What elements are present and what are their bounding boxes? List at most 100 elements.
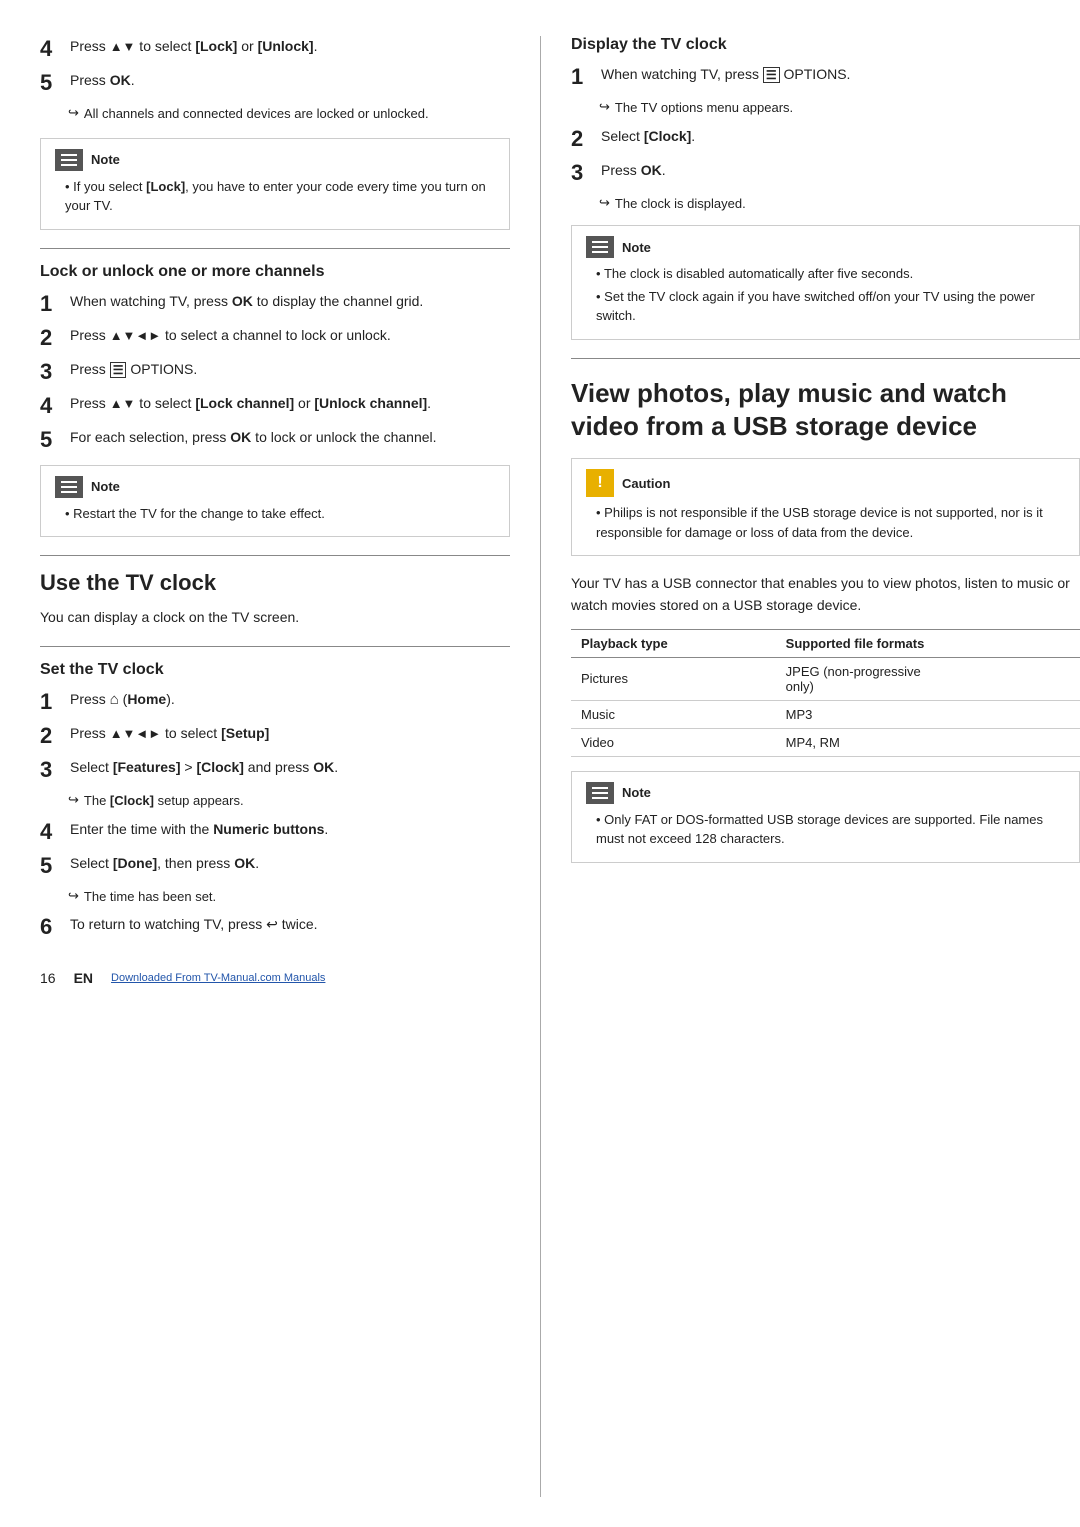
display-clock-title: Display the TV clock xyxy=(571,36,1080,54)
set-step-3-result: ↪ The [Clock] setup appears. xyxy=(68,791,510,811)
set-step-text-5: Select [Done], then press OK. xyxy=(70,853,510,874)
set-step-4: 4 Enter the time with the Numeric button… xyxy=(40,819,510,845)
display-note-icon xyxy=(586,236,614,258)
usb-section-title: View photos, play music and watch video … xyxy=(571,377,1080,445)
lock-note-header: Note xyxy=(55,476,495,498)
display-note-text-2: • Set the TV clock again if you have swi… xyxy=(596,289,1035,324)
arrow-icon-5: ↪ xyxy=(68,888,79,904)
table-row: Music MP3 xyxy=(571,700,1080,728)
top-steps: 4 Press ▲▼ to select [Lock] or [Unlock].… xyxy=(40,36,510,124)
step-5-result: ↪ All channels and connected devices are… xyxy=(68,104,510,124)
note-line-3 xyxy=(61,164,77,166)
clock-section-title: Use the TV clock xyxy=(40,570,510,596)
footer-link[interactable]: Downloaded From TV-Manual.com Manuals xyxy=(111,972,325,984)
lock-step-5: 5 For each selection, press OK to lock o… xyxy=(40,427,510,453)
lock-note-text-1: • Restart the TV for the change to take … xyxy=(65,506,325,521)
lock-step-num-4: 4 xyxy=(40,393,62,419)
lock-step-4: 4 Press ▲▼ to select [Lock channel] or [… xyxy=(40,393,510,419)
note-line-2 xyxy=(61,159,77,161)
set-step-3: 3 Select [Features] > [Clock] and press … xyxy=(40,757,510,783)
clock-intro: You can display a clock on the TV screen… xyxy=(40,606,510,628)
caution-header: ! Caution xyxy=(586,469,1065,497)
set-step-5-result-text: The time has been set. xyxy=(84,887,216,907)
table-header-row: Playback type Supported file formats xyxy=(571,629,1080,657)
divider-right-1 xyxy=(571,358,1080,359)
top-note-text-1: • If you select [Lock], you have to ente… xyxy=(65,179,486,214)
display-step-num-3: 3 xyxy=(571,160,593,186)
lock-note-line-3 xyxy=(61,491,77,493)
display-step-num-1: 1 xyxy=(571,64,593,90)
set-step-3-result-text: The [Clock] setup appears. xyxy=(84,791,244,811)
usb-note-line-2 xyxy=(592,792,608,794)
set-step-text-6: To return to watching TV, press ↩ twice. xyxy=(70,914,510,935)
page-lang: EN xyxy=(74,970,93,986)
table-cell-type-3: Video xyxy=(571,728,776,756)
usb-note-line-1 xyxy=(592,787,608,789)
lock-note-line-2 xyxy=(61,486,77,488)
arrow-icon: ↪ xyxy=(68,105,79,121)
step-4-lock: 4 Press ▲▼ to select [Lock] or [Unlock]. xyxy=(40,36,510,62)
footer: 16 EN Downloaded From TV-Manual.com Manu… xyxy=(40,970,510,986)
set-step-num-4: 4 xyxy=(40,819,62,845)
arrow-icon-3: ↪ xyxy=(68,792,79,808)
display-note-bullet-2: • Set the TV clock again if you have swi… xyxy=(596,287,1065,326)
display-note-bullet-1: • The clock is disabled automatically af… xyxy=(596,264,1065,284)
divider-2 xyxy=(40,555,510,556)
top-note-bullet-1: • If you select [Lock], you have to ente… xyxy=(65,177,495,216)
usb-intro: Your TV has a USB connector that enables… xyxy=(571,572,1080,617)
table-row: Pictures JPEG (non-progressiveonly) xyxy=(571,657,1080,700)
caution-box: ! Caution • Philips is not responsible i… xyxy=(571,458,1080,556)
options-icon-left: ☰ xyxy=(110,362,127,378)
caution-text-1: • Philips is not responsible if the USB … xyxy=(596,505,1043,540)
display-note-label: Note xyxy=(622,240,651,255)
set-step-5: 5 Select [Done], then press OK. xyxy=(40,853,510,879)
set-step-5-result: ↪ The time has been set. xyxy=(68,887,510,907)
set-clock-title: Set the TV clock xyxy=(40,661,510,679)
lock-note-icon-lines xyxy=(61,481,77,493)
step-num-4: 4 xyxy=(40,36,62,62)
table-cell-format-3: MP4, RM xyxy=(776,728,1080,756)
options-icon-right: ☰ xyxy=(763,67,780,83)
display-step-3: 3 Press OK. xyxy=(571,160,1080,186)
lock-step-text-5: For each selection, press OK to lock or … xyxy=(70,427,510,448)
display-step-text-2: Select [Clock]. xyxy=(601,126,1080,147)
lock-step-num-1: 1 xyxy=(40,291,62,317)
page: 4 Press ▲▼ to select [Lock] or [Unlock].… xyxy=(0,0,1080,1527)
top-note-box: Note • If you select [Lock], you have to… xyxy=(40,138,510,230)
divider-1 xyxy=(40,248,510,249)
right-column: Display the TV clock 1 When watching TV,… xyxy=(540,36,1080,1497)
display-step-num-2: 2 xyxy=(571,126,593,152)
lock-step-num-3: 3 xyxy=(40,359,62,385)
lock-note-box: Note • Restart the TV for the change to … xyxy=(40,465,510,538)
usb-note-line-3 xyxy=(592,797,608,799)
playback-table: Playback type Supported file formats Pic… xyxy=(571,629,1080,757)
caution-icon: ! xyxy=(586,469,614,497)
display-step-1: 1 When watching TV, press ☰ OPTIONS. xyxy=(571,64,1080,90)
set-step-text-4: Enter the time with the Numeric buttons. xyxy=(70,819,510,840)
table-row: Video MP4, RM xyxy=(571,728,1080,756)
usb-note-text-1: • Only FAT or DOS-formatted USB storage … xyxy=(596,812,1043,847)
set-step-num-6: 6 xyxy=(40,914,62,940)
set-step-num-3: 3 xyxy=(40,757,62,783)
lock-step-1: 1 When watching TV, press OK to display … xyxy=(40,291,510,317)
note-icon-lines xyxy=(61,154,77,166)
lock-step-text-3: Press ☰ OPTIONS. xyxy=(70,359,510,380)
display-step-1-result-text: The TV options menu appears. xyxy=(615,98,793,118)
table-cell-format-2: MP3 xyxy=(776,700,1080,728)
lock-step-text-4: Press ▲▼ to select [Lock channel] or [Un… xyxy=(70,393,510,414)
caution-bullet-1: • Philips is not responsible if the USB … xyxy=(596,503,1065,542)
set-step-2: 2 Press ▲▼◄► to select [Setup] xyxy=(40,723,510,749)
display-note-text-1: • The clock is disabled automatically af… xyxy=(596,266,913,281)
step-text-5: Press OK. xyxy=(70,70,510,91)
note-icon xyxy=(55,149,83,171)
display-note-line-1 xyxy=(592,241,608,243)
divider-3 xyxy=(40,646,510,647)
caution-label: Caution xyxy=(622,476,670,491)
page-number: 16 xyxy=(40,970,56,986)
lock-note-bullet-1: • Restart the TV for the change to take … xyxy=(65,504,495,524)
note-line-1 xyxy=(61,154,77,156)
display-note-header: Note xyxy=(586,236,1065,258)
usb-note-bullet-1: • Only FAT or DOS-formatted USB storage … xyxy=(596,810,1065,849)
arrow-icon-d1: ↪ xyxy=(599,99,610,115)
display-note-lines xyxy=(592,241,608,253)
